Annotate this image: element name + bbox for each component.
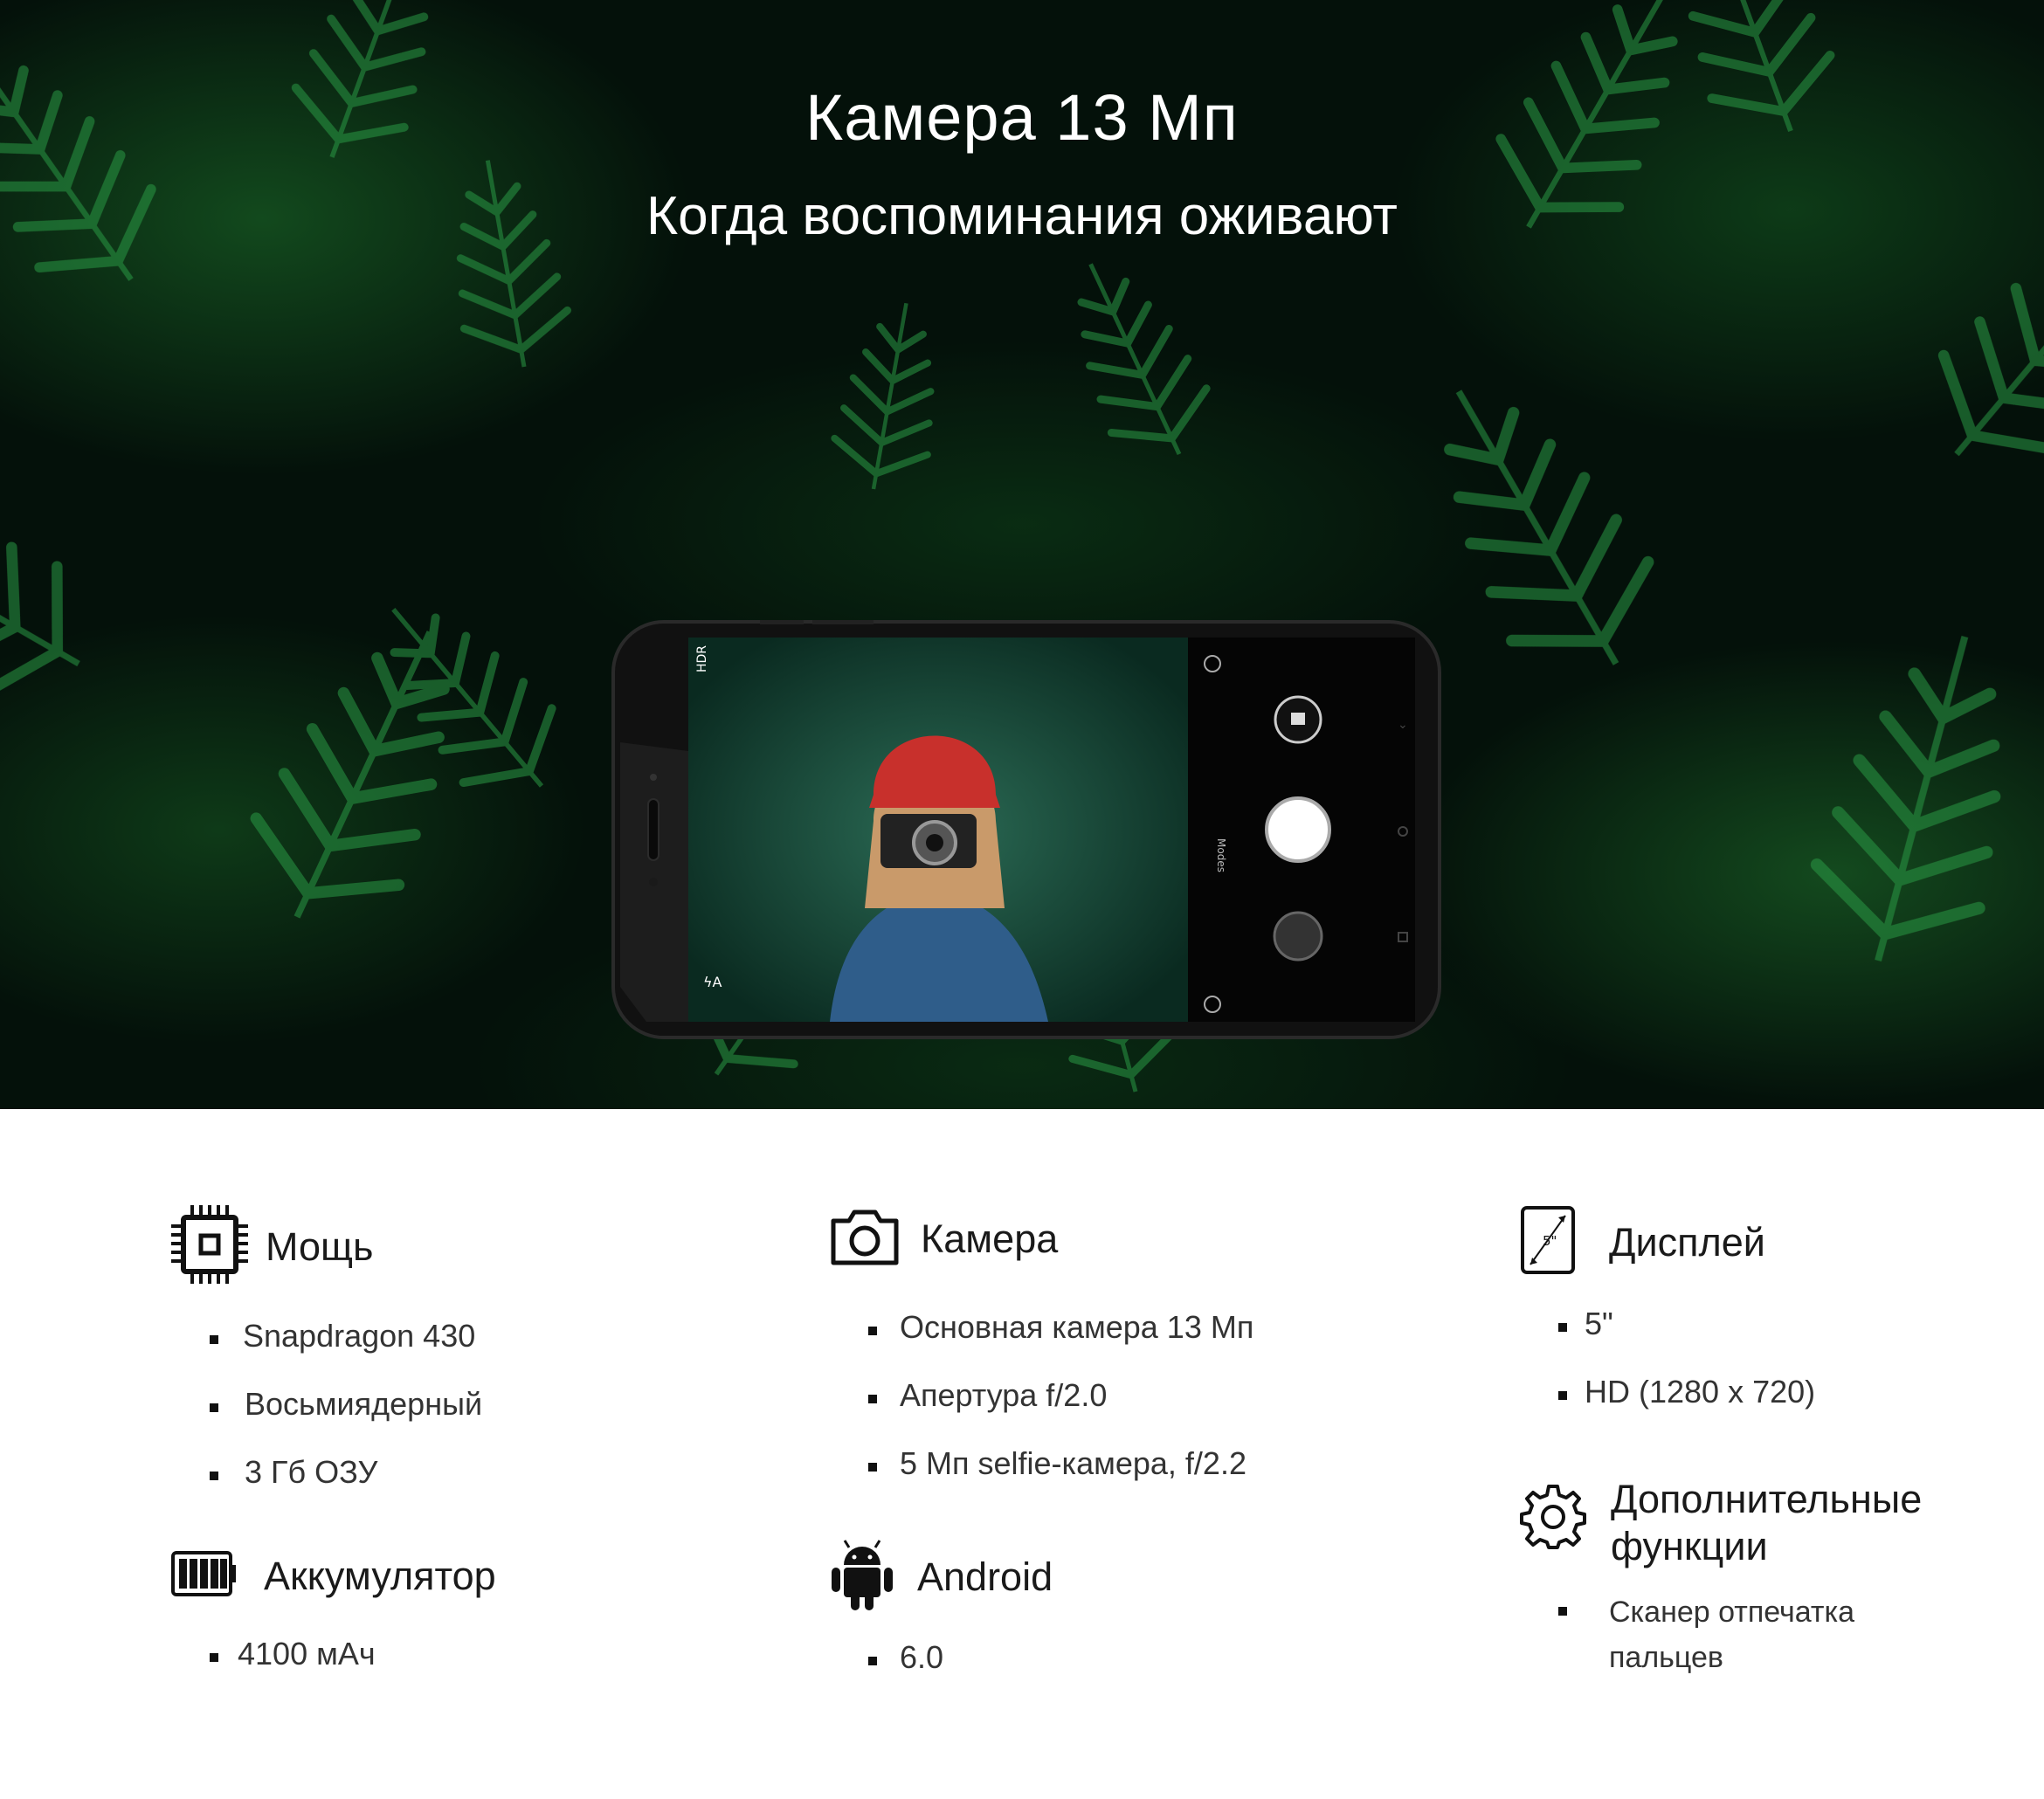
hero-subtitle: Когда воспоминания оживают [646, 186, 1398, 246]
svg-text:5": 5" [1543, 1233, 1557, 1249]
spec-item: Основная камера 13 Мп [830, 1309, 1253, 1377]
feature-extra-title-line1: Дополнительные [1611, 1477, 1923, 1521]
spec-item: 5 Мп selfie-камера, f/2.2 [830, 1445, 1253, 1513]
feature-power: Мощь Snapdragon 430 Восьмиядерный 3 Гб О… [171, 1205, 482, 1522]
spec-item: 6.0 [830, 1639, 1053, 1692]
feature-display: 5" Дисплей 5" HD (1280 x 720) [1520, 1205, 1815, 1442]
spec-item: 3 Гб ОЗУ [171, 1454, 482, 1522]
feature-battery-title: Аккумулятор [264, 1553, 496, 1598]
modes-label[interactable]: Modes [1215, 838, 1227, 872]
camera-icon [830, 1207, 900, 1271]
hero-banner: Камера 13 Мп Когда воспоминания оживают … [0, 0, 2044, 1109]
spec-item: Сканер отпечатка пальцев [1520, 1589, 1922, 1680]
feature-android-title: Android [917, 1554, 1053, 1599]
hdr-label[interactable]: HDR [695, 645, 709, 672]
display-size-icon: 5" [1520, 1205, 1576, 1279]
svg-text:⌄: ⌄ [1398, 718, 1408, 732]
gallery-thumbnail[interactable] [1273, 911, 1323, 962]
feature-camera: Камера Основная камера 13 Мп Апертура f/… [830, 1207, 1253, 1513]
feature-android: Android 6.0 [830, 1539, 1053, 1692]
svg-text:ϟA: ϟA [703, 974, 722, 990]
spec-item: HD (1280 x 720) [1520, 1374, 1815, 1442]
spec-item: Апертура f/2.0 [830, 1377, 1253, 1445]
feature-camera-title: Камера [921, 1216, 1059, 1261]
spec-item: Восьмиядерный [171, 1386, 482, 1454]
spec-item: 5" [1520, 1306, 1815, 1374]
phone-mockup: HDR ϟA Modes ⌄ [611, 620, 1441, 1039]
feature-battery: Аккумулятор 4100 мАч [171, 1551, 496, 1688]
hero-title: Камера 13 Мп [805, 81, 1239, 154]
cpu-chip-icon [171, 1205, 248, 1288]
shutter-button[interactable] [1265, 796, 1331, 863]
spec-item: 4100 мАч [171, 1636, 496, 1688]
gear-icon [1520, 1483, 1586, 1554]
spec-item: Snapdragon 430 [171, 1318, 482, 1386]
battery-icon [171, 1551, 238, 1601]
feature-extra-title-line2: функции [1611, 1524, 1768, 1568]
feature-extra: Дополнительные функции Сканер отпечатка … [1520, 1476, 1922, 1680]
feature-display-title: Дисплей [1609, 1219, 1765, 1265]
feature-power-title: Мощь [266, 1223, 374, 1269]
android-icon [830, 1539, 894, 1615]
